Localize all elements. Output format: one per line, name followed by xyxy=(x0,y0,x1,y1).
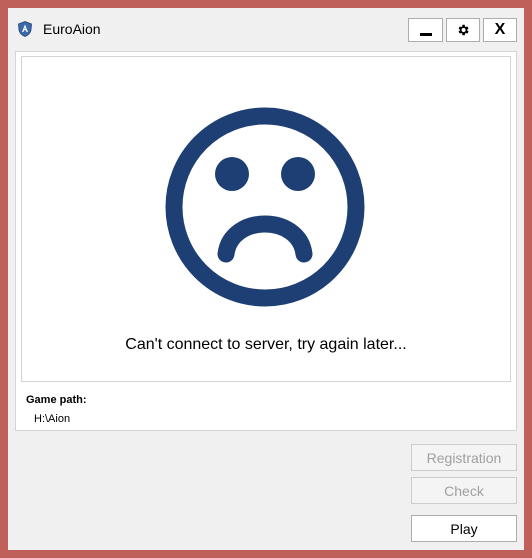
title-bar[interactable]: EuroAion X xyxy=(8,8,524,50)
launcher-window: EuroAion X Can't connect to server, try … xyxy=(8,8,524,550)
check-button[interactable]: Check xyxy=(411,477,517,504)
status-display: Can't connect to server, try again later… xyxy=(21,56,511,382)
game-path-label: Game path: xyxy=(26,394,87,406)
registration-button[interactable]: Registration xyxy=(411,444,517,471)
minimize-icon xyxy=(419,32,432,36)
minimize-button[interactable] xyxy=(408,18,443,42)
close-button[interactable]: X xyxy=(483,18,517,42)
close-icon: X xyxy=(494,21,506,38)
settings-button[interactable] xyxy=(446,18,480,42)
status-panel: Can't connect to server, try again later… xyxy=(15,51,517,431)
play-button[interactable]: Play xyxy=(411,515,517,542)
app-title: EuroAion xyxy=(43,21,101,37)
shield-logo-icon xyxy=(18,21,32,37)
game-path-value: H:\Aion xyxy=(34,413,71,425)
sad-face-icon xyxy=(165,107,365,307)
gear-icon xyxy=(458,24,469,36)
connection-error-message: Can't connect to server, try again later… xyxy=(125,336,407,353)
